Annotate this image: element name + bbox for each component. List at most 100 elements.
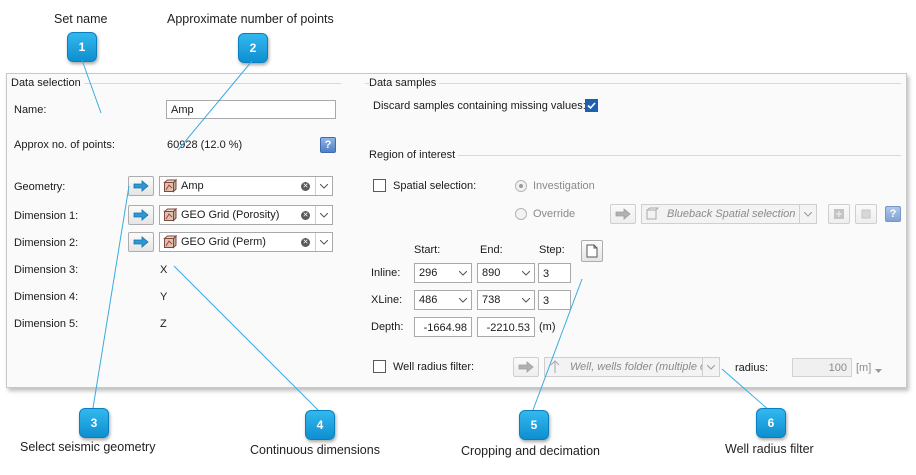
settings-icon <box>834 209 844 219</box>
depth-label: Depth: <box>371 321 404 333</box>
chevron-down-icon[interactable] <box>702 358 719 376</box>
grid-cube-icon <box>163 208 177 222</box>
xline-start-combo[interactable]: 486 <box>414 290 472 310</box>
reset-page-button[interactable] <box>581 240 603 262</box>
well-radius-checkbox[interactable] <box>373 360 386 373</box>
inline-label: Inline: <box>371 267 401 279</box>
arrow-right-icon <box>518 361 534 373</box>
spatial-selection-label: Spatial selection: <box>393 180 477 192</box>
data-selection-title: Data selection <box>11 77 84 89</box>
well-radius-label: Well radius filter: <box>393 361 475 373</box>
spatial-help-icon[interactable]: ? <box>885 206 901 222</box>
well-icon <box>550 360 560 373</box>
dimension-1-insert-button[interactable] <box>128 205 154 225</box>
callout-label-select-geometry: Select seismic geometry <box>20 440 156 454</box>
start-header: Start: <box>414 244 441 256</box>
radius-input[interactable]: 100 <box>792 358 852 377</box>
well-insert-button[interactable] <box>513 357 539 377</box>
spatial-insert-button[interactable] <box>610 204 636 224</box>
dialog-panel: Data selection Name: Amp Approx no. of p… <box>6 73 907 388</box>
step-header: Step: <box>539 244 565 256</box>
data-samples-divider <box>365 83 901 84</box>
approx-points-label: Approx no. of points: <box>14 139 115 151</box>
depth-end-input[interactable]: -2210.53 <box>477 317 535 337</box>
arrow-right-icon <box>133 180 149 192</box>
discard-missing-label: Discard samples containing missing value… <box>373 100 586 112</box>
investigation-label: Investigation <box>533 180 595 192</box>
well-combo[interactable]: Well, wells folder (multiple or <box>544 357 720 377</box>
spatial-stop-button[interactable] <box>855 204 877 224</box>
geometry-combo-value: Amp <box>181 180 204 192</box>
arrow-right-icon <box>133 236 149 248</box>
chevron-down-icon[interactable] <box>315 177 332 195</box>
geometry-insert-button[interactable] <box>128 176 154 196</box>
chevron-down-icon[interactable] <box>315 233 332 251</box>
callout-badge-2: 2 <box>238 33 268 63</box>
xline-label: XLine: <box>371 294 403 306</box>
depth-unit: (m) <box>539 321 556 333</box>
dimension-2-combo-value: GEO Grid (Perm) <box>181 236 266 248</box>
clear-icon[interactable]: ✕ <box>301 181 310 191</box>
dimension-1-combo-value: GEO Grid (Porosity) <box>181 209 280 221</box>
dimension-5-value: Z <box>160 318 167 330</box>
name-input[interactable]: Amp <box>166 100 336 119</box>
arrow-right-icon <box>615 208 631 220</box>
xline-step-input[interactable]: 3 <box>538 290 571 310</box>
chevron-down-icon[interactable] <box>518 264 534 282</box>
inline-end-combo[interactable]: 890 <box>477 263 535 283</box>
chevron-down-icon[interactable] <box>315 206 332 224</box>
override-radio[interactable] <box>515 208 527 220</box>
page-icon <box>586 244 598 258</box>
discard-missing-checkbox[interactable] <box>585 99 598 112</box>
data-samples-title: Data samples <box>369 77 440 89</box>
callout-badge-5: 5 <box>519 410 549 440</box>
dimension-4-label: Dimension 4: <box>14 291 79 303</box>
depth-start-input[interactable]: -1664.98 <box>414 317 472 337</box>
dimension-3-label: Dimension 3: <box>14 264 79 276</box>
dimension-1-label: Dimension 1: <box>14 210 79 222</box>
geometry-combo[interactable]: Amp ✕ <box>159 176 333 196</box>
inline-start-value: 296 <box>419 267 438 279</box>
grid-cube-icon <box>163 235 177 249</box>
callout-label-well-radius: Well radius filter <box>725 442 814 456</box>
chevron-down-icon[interactable] <box>455 264 471 282</box>
arrow-right-icon <box>133 209 149 221</box>
callout-badge-1: 1 <box>67 32 97 62</box>
end-header: End: <box>480 244 503 256</box>
radius-unit-dropdown-icon[interactable] <box>875 365 882 377</box>
investigation-radio[interactable] <box>515 180 527 192</box>
callout-badge-4: 4 <box>305 410 335 440</box>
spatial-selection-checkbox[interactable] <box>373 179 386 192</box>
dimension-3-value: X <box>160 264 168 276</box>
spatial-selection-combo-value: Blueback Spatial selection <box>667 208 796 220</box>
dimension-1-combo[interactable]: GEO Grid (Porosity) ✕ <box>159 205 333 225</box>
radius-unit: [m] <box>856 362 872 374</box>
checkmark-icon <box>587 102 596 110</box>
chevron-down-icon[interactable] <box>799 205 816 223</box>
callout-label-approx-points: Approximate number of points <box>167 12 334 26</box>
clear-icon[interactable]: ✕ <box>301 237 310 247</box>
polygon-icon <box>646 207 659 220</box>
spatial-selection-combo[interactable]: Blueback Spatial selection <box>641 204 817 224</box>
chevron-down-icon[interactable] <box>455 291 471 309</box>
help-icon[interactable]: ? <box>320 137 336 153</box>
callout-badge-6: 6 <box>756 408 786 438</box>
callout-label-set-name: Set name <box>54 12 108 26</box>
spatial-settings-button[interactable] <box>828 204 850 224</box>
radius-label: radius: <box>735 362 769 374</box>
dimension-2-insert-button[interactable] <box>128 232 154 252</box>
geometry-label: Geometry: <box>14 181 66 193</box>
callout-label-cropping: Cropping and decimation <box>461 444 600 458</box>
inline-end-value: 890 <box>482 267 501 279</box>
clear-icon[interactable]: ✕ <box>301 210 310 220</box>
inline-step-input[interactable]: 3 <box>538 263 571 283</box>
xline-end-combo[interactable]: 738 <box>477 290 535 310</box>
override-label: Override <box>533 208 576 220</box>
inline-start-combo[interactable]: 296 <box>414 263 472 283</box>
dimension-2-combo[interactable]: GEO Grid (Perm) ✕ <box>159 232 333 252</box>
square-icon <box>861 209 871 219</box>
chevron-down-icon[interactable] <box>518 291 534 309</box>
xline-end-value: 738 <box>482 294 501 306</box>
seismic-cube-icon <box>163 179 177 193</box>
name-label: Name: <box>14 104 47 116</box>
